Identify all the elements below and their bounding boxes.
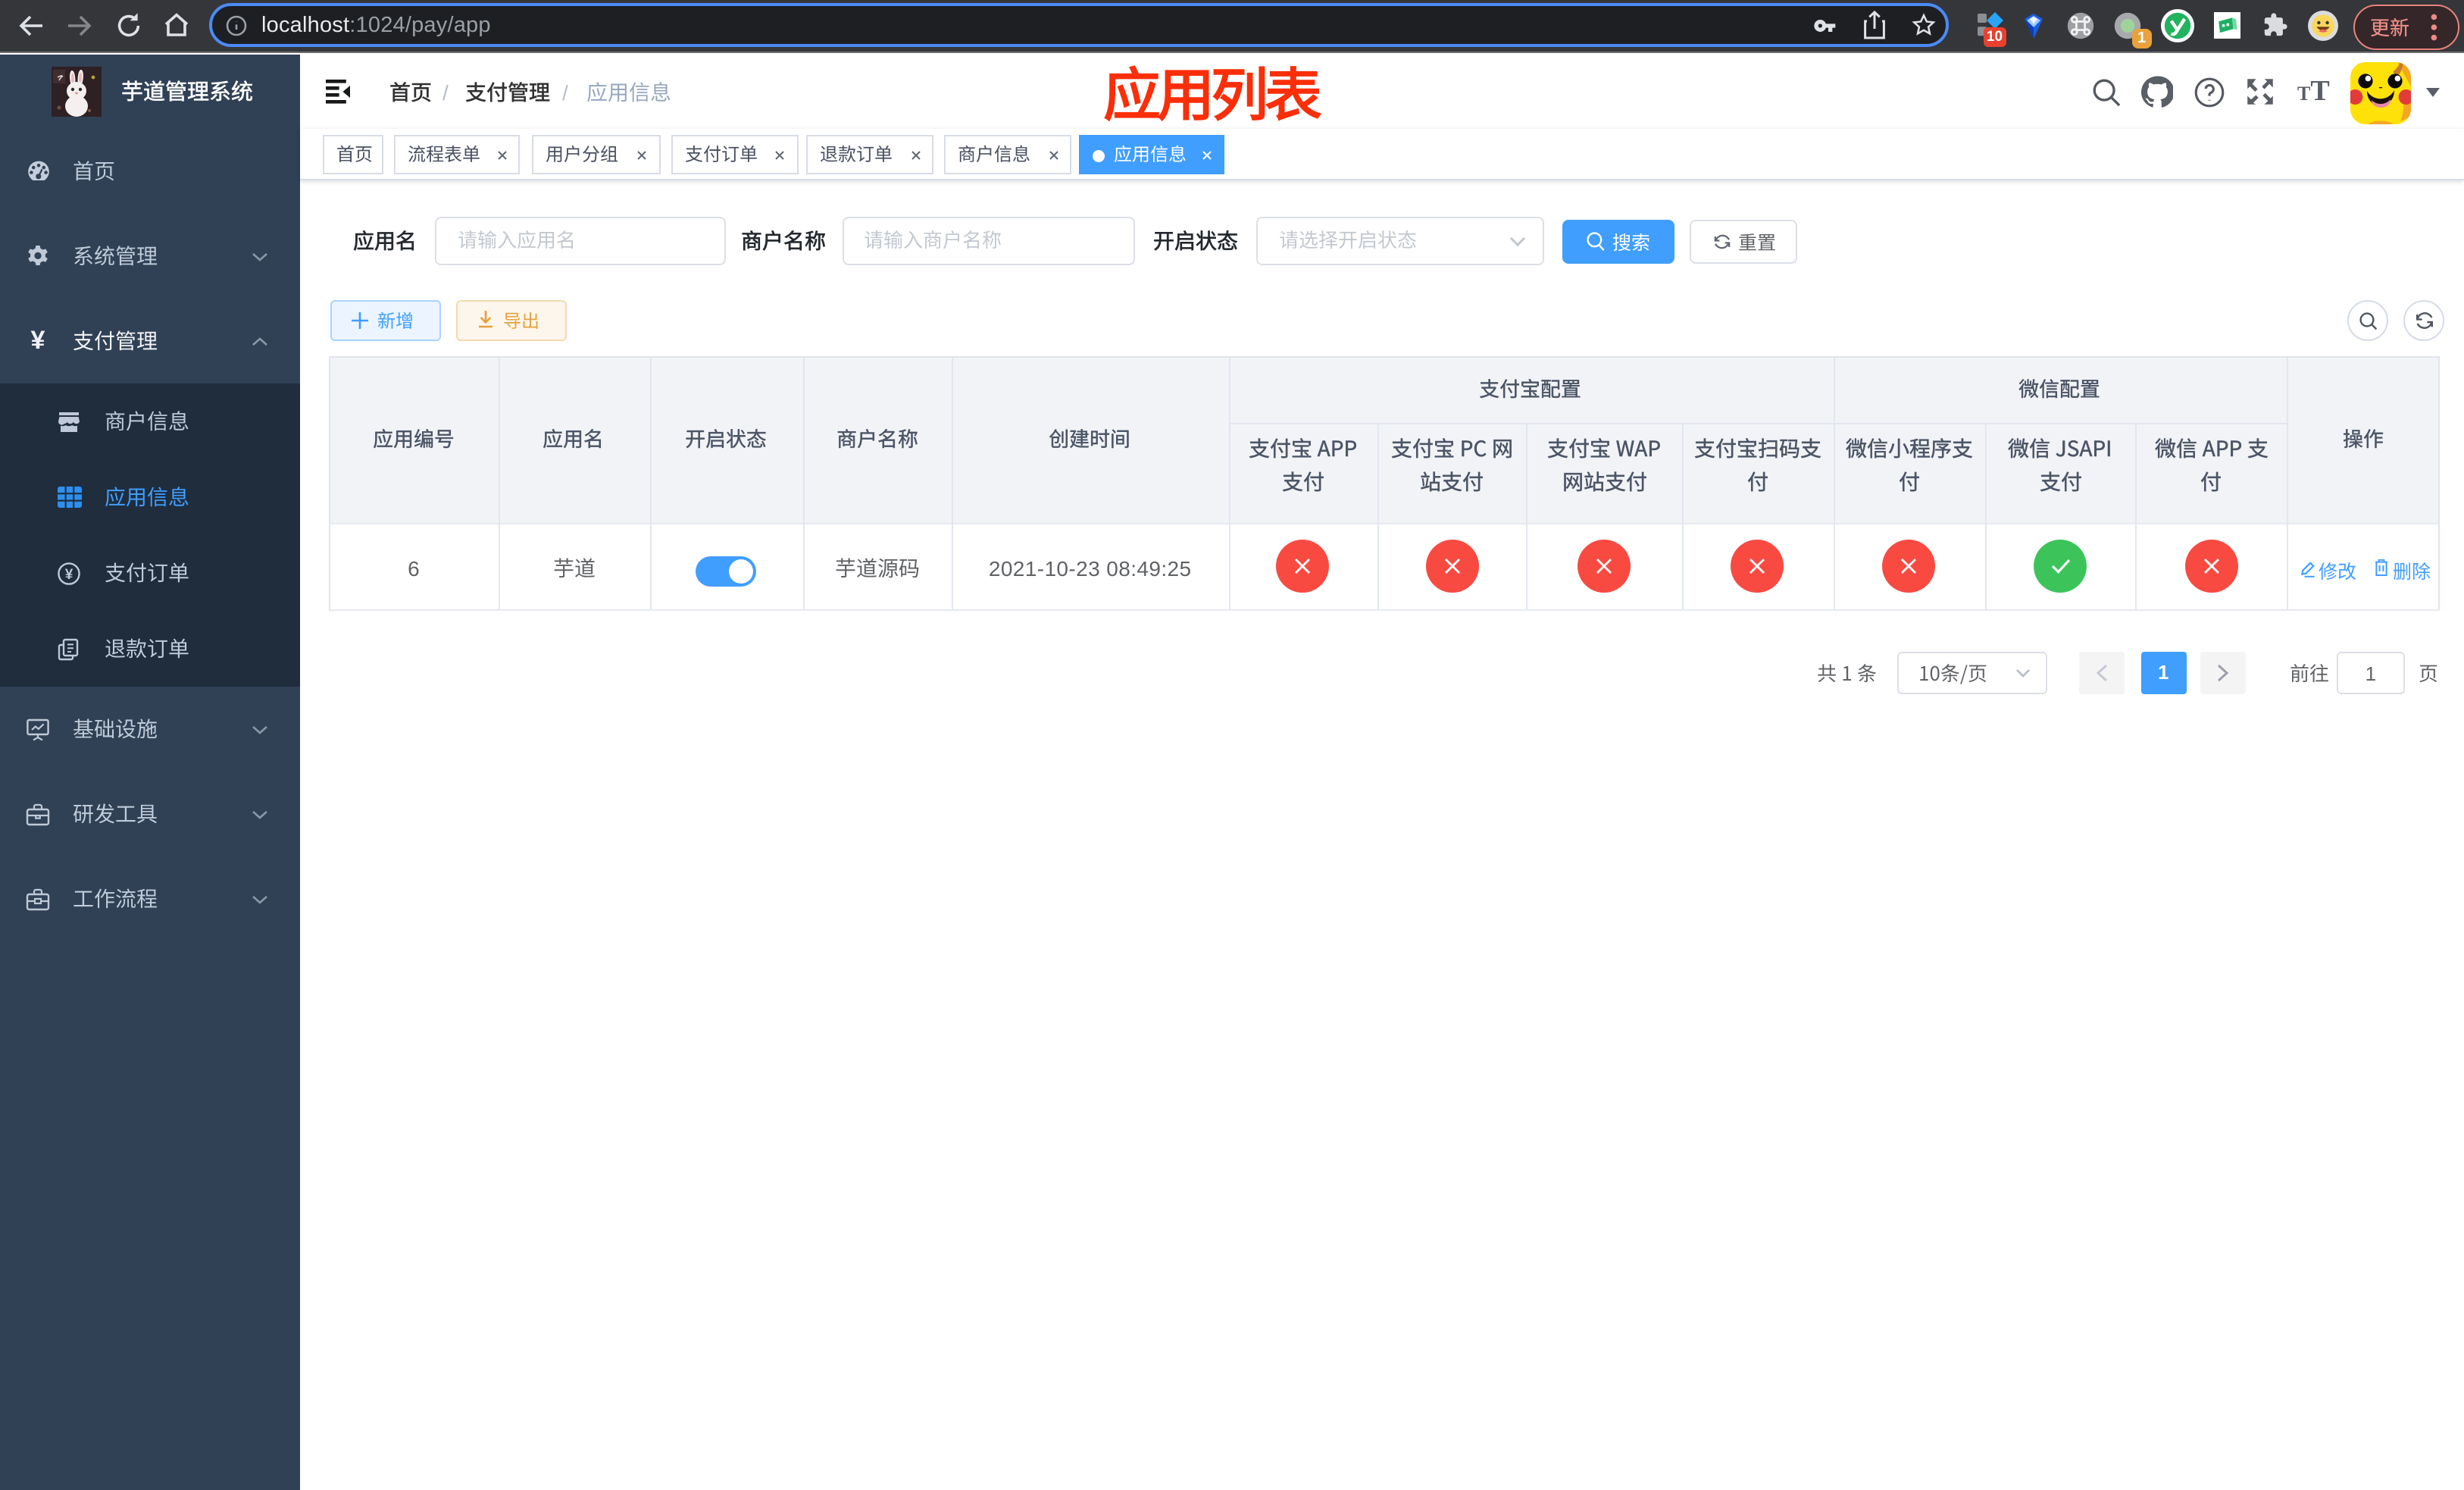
svg-text:¥: ¥ — [64, 566, 73, 582]
